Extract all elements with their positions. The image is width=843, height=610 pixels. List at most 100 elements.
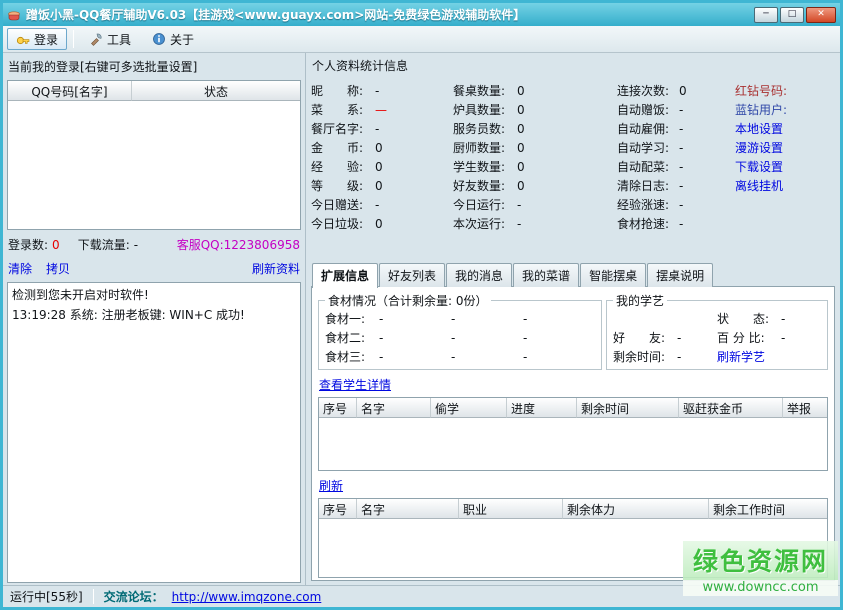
tools-button[interactable]: 工具 bbox=[80, 28, 140, 50]
apprentice-empty-cell bbox=[613, 309, 717, 328]
offline-hang-link[interactable]: 离线挂机 bbox=[735, 177, 783, 194]
stat-auto-dishes: 自动配菜:- bbox=[617, 157, 735, 176]
stat-cuisine: 菜 系:— bbox=[311, 100, 453, 119]
col-progress[interactable]: 进度 bbox=[507, 398, 577, 418]
local-settings-link[interactable]: 本地设置 bbox=[735, 120, 783, 137]
maximize-icon[interactable]: □ bbox=[780, 7, 804, 23]
refresh-workers-link[interactable]: 刷新 bbox=[319, 479, 343, 493]
log-area[interactable]: 检测到您未开启对时软件! 13:19:28 系统: 注册老板键: WIN+C 成… bbox=[7, 282, 301, 583]
stat-chefs: 厨师数量:0 bbox=[453, 138, 617, 157]
stat-students: 学生数量:0 bbox=[453, 157, 617, 176]
stat-restaurant-name: 餐厅名字:- bbox=[311, 119, 453, 138]
stat-waiters: 服务员数:0 bbox=[453, 119, 617, 138]
col-steal-learn[interactable]: 偷学 bbox=[431, 398, 507, 418]
stat-today-runtime: 今日运行:- bbox=[453, 195, 617, 214]
site-watermark: 绿色资源网 www.downcc.com bbox=[683, 541, 838, 596]
stat-auto-learn: 自动学习:- bbox=[617, 138, 735, 157]
col-qq-account[interactable]: QQ号码[名字] bbox=[8, 81, 132, 101]
stat-exp-rate: 经验涨速:- bbox=[617, 195, 735, 214]
col-name[interactable]: 名字 bbox=[357, 398, 431, 418]
wrench-icon bbox=[89, 32, 103, 46]
tab-extended-info[interactable]: 扩展信息 bbox=[312, 263, 378, 288]
login-stats-row: 登录数: 0 下载流量: - 客服QQ:1223806958 bbox=[7, 230, 301, 257]
col-report[interactable]: 举报 bbox=[783, 398, 827, 418]
col-stamina-left[interactable]: 剩余体力 bbox=[563, 499, 709, 519]
local-settings-row: 本地设置 bbox=[735, 119, 835, 138]
watermark-url: www.downcc.com bbox=[683, 580, 838, 596]
traffic-value: - bbox=[134, 238, 138, 252]
col-occupation[interactable]: 职业 bbox=[459, 499, 563, 519]
col-status[interactable]: 状态 bbox=[132, 81, 300, 101]
roam-settings-link[interactable]: 漫游设置 bbox=[735, 139, 783, 156]
ingredient-row-3: 食材三: - - - bbox=[325, 347, 595, 366]
close-icon[interactable]: ✕ bbox=[806, 7, 836, 23]
window-controls: ─ □ ✕ bbox=[754, 7, 836, 23]
apprentice-remaining: 剩余时间: - bbox=[613, 347, 717, 366]
col-time-left[interactable]: 剩余时间 bbox=[577, 398, 679, 418]
refresh-apprentice-link[interactable]: 刷新学艺 bbox=[717, 348, 765, 365]
red-diamond-label-row: 红钻号码: bbox=[735, 81, 835, 100]
offline-hang-row: 离线挂机 bbox=[735, 176, 835, 195]
service-qq: 客服QQ:1223806958 bbox=[177, 236, 300, 253]
stat-nickname: 昵 称:- bbox=[311, 81, 453, 100]
login-button-label: 登录 bbox=[34, 31, 58, 48]
accounts-list[interactable] bbox=[8, 101, 300, 229]
col-expel-gold[interactable]: 驱赶获金币 bbox=[679, 398, 783, 418]
stat-today-trash: 今日垃圾:0 bbox=[311, 214, 453, 233]
clear-link[interactable]: 清除 bbox=[8, 260, 32, 277]
students-table-body[interactable] bbox=[319, 418, 827, 470]
app-icon bbox=[7, 8, 21, 22]
download-settings-row: 下载设置 bbox=[735, 157, 835, 176]
col-serial[interactable]: 序号 bbox=[319, 499, 357, 519]
refresh-profile-link[interactable]: 刷新资料 bbox=[252, 260, 300, 277]
watermark-title: 绿色资源网 bbox=[683, 541, 838, 580]
stats-column-counts: 餐桌数量:0 炉具数量:0 服务员数:0 厨师数量:0 学生数量:0 好友数量:… bbox=[453, 81, 617, 233]
stats-column-links: 红钻号码: 蓝钻用户: 本地设置 漫游设置 下载设置 离线挂机 bbox=[735, 81, 835, 233]
login-panel: 当前我的登录[右键可多选批量设置] QQ号码[名字] 状态 登录数: 0 下载流… bbox=[3, 53, 306, 585]
window-title: 蹭饭小黑-QQ餐厅辅助V6.03【挂游戏<www.guayx.com>网站-免费… bbox=[26, 6, 749, 23]
log-line: 检测到您未开启对时软件! bbox=[12, 285, 296, 305]
profile-panel: 个人资料统计信息 昵 称:- 菜 系:— 餐厅名字:- 金 币:0 经 验:0 … bbox=[306, 53, 840, 585]
main-area: 当前我的登录[右键可多选批量设置] QQ号码[名字] 状态 登录数: 0 下载流… bbox=[3, 53, 840, 585]
col-name[interactable]: 名字 bbox=[357, 499, 459, 519]
login-button[interactable]: 登录 bbox=[7, 28, 67, 50]
workers-table-header: 序号 名字 职业 剩余体力 剩余工作时间 bbox=[319, 499, 827, 519]
traffic-label: 下载流量: bbox=[78, 236, 130, 253]
tab-friends-list[interactable]: 好友列表 bbox=[379, 263, 445, 287]
apprentice-group-title: 我的学艺 bbox=[613, 292, 667, 309]
tab-my-recipes[interactable]: 我的菜谱 bbox=[513, 263, 579, 287]
ingredients-group: 食材情况（合计剩余量: 0份） 食材一: - - - 食材二: - - - bbox=[318, 292, 602, 370]
copy-link[interactable]: 拷贝 bbox=[46, 260, 70, 277]
stats-column-profile: 昵 称:- 菜 系:— 餐厅名字:- 金 币:0 经 验:0 等 级:0 今日赠… bbox=[311, 81, 453, 233]
workers-link-row: 刷新 bbox=[318, 471, 828, 498]
stat-exp: 经 验:0 bbox=[311, 157, 453, 176]
toolbar: 登录 工具 关于 bbox=[3, 26, 840, 53]
ingredients-group-title: 食材情况（合计剩余量: 0份） bbox=[325, 292, 491, 309]
minimize-icon[interactable]: ─ bbox=[754, 7, 778, 23]
stat-today-gift: 今日赠送:- bbox=[311, 195, 453, 214]
stat-auto-gift: 自动赠饭:- bbox=[617, 100, 735, 119]
view-students-link[interactable]: 查看学生详情 bbox=[319, 378, 391, 392]
tab-table-help[interactable]: 摆桌说明 bbox=[647, 263, 713, 287]
stat-auto-hire: 自动雇佣:- bbox=[617, 119, 735, 138]
toolbar-separator bbox=[73, 30, 74, 48]
login-count-label: 登录数: bbox=[8, 236, 48, 253]
titlebar[interactable]: 蹭饭小黑-QQ餐厅辅助V6.03【挂游戏<www.guayx.com>网站-免费… bbox=[3, 3, 840, 26]
forum-url-link[interactable]: http://www.imqzone.com bbox=[172, 590, 322, 604]
download-settings-link[interactable]: 下载设置 bbox=[735, 158, 783, 175]
login-panel-header: 当前我的登录[右键可多选批量设置] bbox=[7, 56, 301, 80]
accounts-table-header: QQ号码[名字] 状态 bbox=[8, 81, 300, 101]
about-button[interactable]: 关于 bbox=[143, 28, 203, 50]
login-actions-row: 清除 拷贝 刷新资料 bbox=[7, 257, 301, 282]
blue-diamond-label-row: 蓝钻用户: bbox=[735, 100, 835, 119]
col-worktime-left[interactable]: 剩余工作时间 bbox=[709, 499, 827, 519]
stat-friends: 好友数量:0 bbox=[453, 176, 617, 195]
tab-smart-tables[interactable]: 智能摆桌 bbox=[580, 263, 646, 287]
stat-connections: 连接次数:0 bbox=[617, 81, 735, 100]
col-serial[interactable]: 序号 bbox=[319, 398, 357, 418]
tab-my-messages[interactable]: 我的消息 bbox=[446, 263, 512, 287]
apprentice-percent: 百 分 比: - bbox=[717, 328, 821, 347]
stat-stoves: 炉具数量:0 bbox=[453, 100, 617, 119]
info-icon bbox=[152, 32, 166, 46]
key-icon bbox=[16, 32, 30, 46]
